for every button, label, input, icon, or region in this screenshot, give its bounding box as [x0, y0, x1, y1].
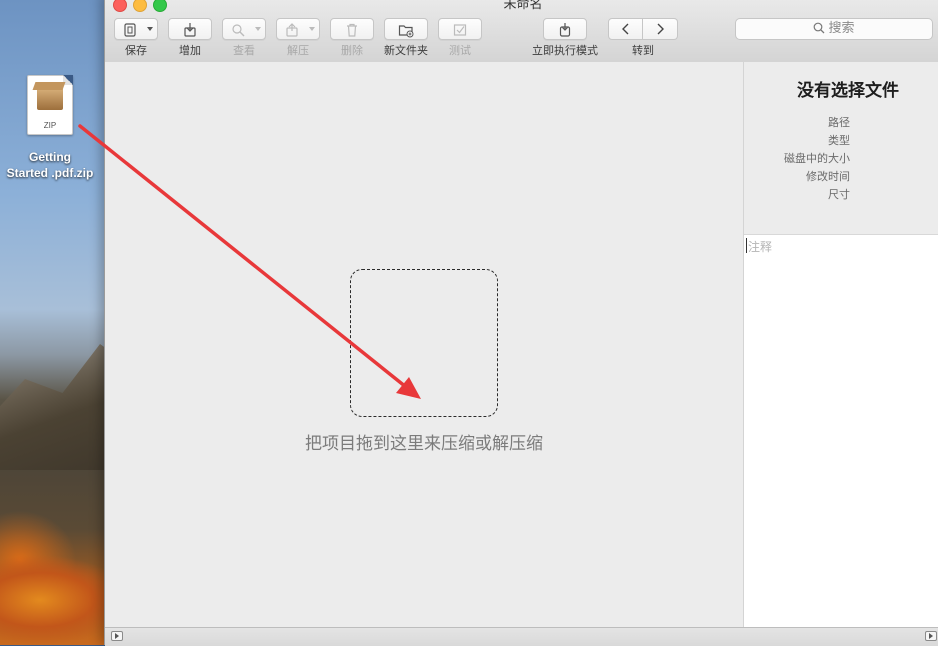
- file-name-line1: Getting: [29, 150, 71, 164]
- test-label: 测试: [449, 44, 471, 57]
- test-button[interactable]: [438, 18, 482, 40]
- desktop-file-name: Getting Started .pdf.zip: [0, 149, 100, 181]
- nav-button-group: [608, 18, 678, 40]
- extract-tool[interactable]: 解压: [275, 18, 321, 57]
- save-button[interactable]: [114, 18, 158, 40]
- status-bar: [105, 627, 938, 646]
- new-folder-tool[interactable]: 新文件夹: [383, 18, 429, 57]
- search-input[interactable]: 搜索: [735, 18, 933, 40]
- archive-save-icon: [124, 23, 136, 37]
- toggle-sidebar-left-button[interactable]: [111, 631, 123, 641]
- extract-icon: [286, 23, 298, 37]
- comment-placeholder: 注释: [748, 240, 773, 254]
- drop-zone[interactable]: [350, 269, 498, 417]
- chevron-left-icon: [622, 23, 629, 35]
- test-tool[interactable]: 测试: [437, 18, 483, 57]
- modified-label: 修改时间: [806, 170, 850, 183]
- archive-run-icon: [559, 23, 571, 37]
- save-tool[interactable]: 保存: [113, 18, 159, 57]
- chevron-down-icon: [147, 27, 153, 31]
- search-placeholder: 搜索: [828, 21, 855, 36]
- chevron-right-icon: [657, 23, 664, 35]
- run-mode-tool[interactable]: 立即执行模式: [526, 18, 604, 57]
- checkmark-box-icon: [453, 24, 467, 36]
- run-mode-label: 立即执行模式: [532, 44, 598, 57]
- path-label: 路径: [828, 116, 850, 129]
- delete-tool[interactable]: 删除: [329, 18, 375, 57]
- run-mode-button[interactable]: [543, 18, 587, 40]
- add-label: 增加: [179, 44, 201, 57]
- text-caret: [746, 238, 747, 253]
- add-tool[interactable]: 增加: [167, 18, 213, 57]
- type-label: 类型: [828, 134, 850, 147]
- chevron-down-icon: [309, 27, 315, 31]
- forward-button[interactable]: [643, 18, 678, 40]
- trash-icon: [347, 23, 357, 37]
- archive-content-area[interactable]: 把项目拖到这里来压缩或解压缩: [105, 62, 743, 627]
- new-folder-label: 新文件夹: [384, 44, 428, 57]
- zip-file-icon: ZIP: [27, 75, 73, 135]
- disk-size-label: 磁盘中的大小: [784, 152, 850, 165]
- search-icon: [814, 22, 825, 34]
- file-name-line2: Started .pdf.zip: [6, 166, 94, 180]
- window-title: 未命名: [503, 0, 543, 12]
- view-tool[interactable]: 查看: [221, 18, 267, 57]
- drop-hint-text: 把项目拖到这里来压缩或解压缩: [305, 434, 543, 454]
- add-button[interactable]: [168, 18, 212, 40]
- comment-field[interactable]: 注释: [744, 234, 938, 628]
- new-folder-button[interactable]: [384, 18, 428, 40]
- archive-window: 未命名 保存 增加 查看 解压 删除 新文件夹 测试 立即执行模式 转到 搜索 …: [104, 0, 938, 646]
- save-label: 保存: [125, 44, 147, 57]
- back-button[interactable]: [608, 18, 643, 40]
- toggle-sidebar-right-button[interactable]: [925, 631, 937, 641]
- desktop-zip-file[interactable]: ZIP Getting Started .pdf.zip: [0, 75, 100, 181]
- extract-button[interactable]: [276, 18, 320, 40]
- view-label: 查看: [233, 44, 255, 57]
- view-button[interactable]: [222, 18, 266, 40]
- delete-button[interactable]: [330, 18, 374, 40]
- delete-label: 删除: [341, 44, 363, 57]
- zip-icon-label: ZIP: [43, 121, 57, 130]
- info-panel: 没有选择文件 路径 类型 磁盘中的大小 修改时间 尺寸 注释: [743, 62, 938, 628]
- add-to-archive-icon: [184, 23, 196, 37]
- desktop-wallpaper: ZIP Getting Started .pdf.zip: [0, 0, 106, 645]
- goto-tool[interactable]: 转到: [608, 18, 678, 57]
- goto-label: 转到: [632, 44, 654, 57]
- extract-label: 解压: [287, 44, 309, 57]
- size-label: 尺寸: [828, 188, 850, 201]
- info-title: 没有选择文件: [797, 81, 899, 101]
- chevron-down-icon: [255, 27, 261, 31]
- title-toolbar: 未命名 保存 增加 查看 解压 删除 新文件夹 测试 立即执行模式 转到 搜索: [105, 0, 938, 63]
- new-folder-icon: [398, 25, 414, 38]
- mountain-ridge: [0, 344, 106, 470]
- view-magnifier-icon: [232, 24, 245, 37]
